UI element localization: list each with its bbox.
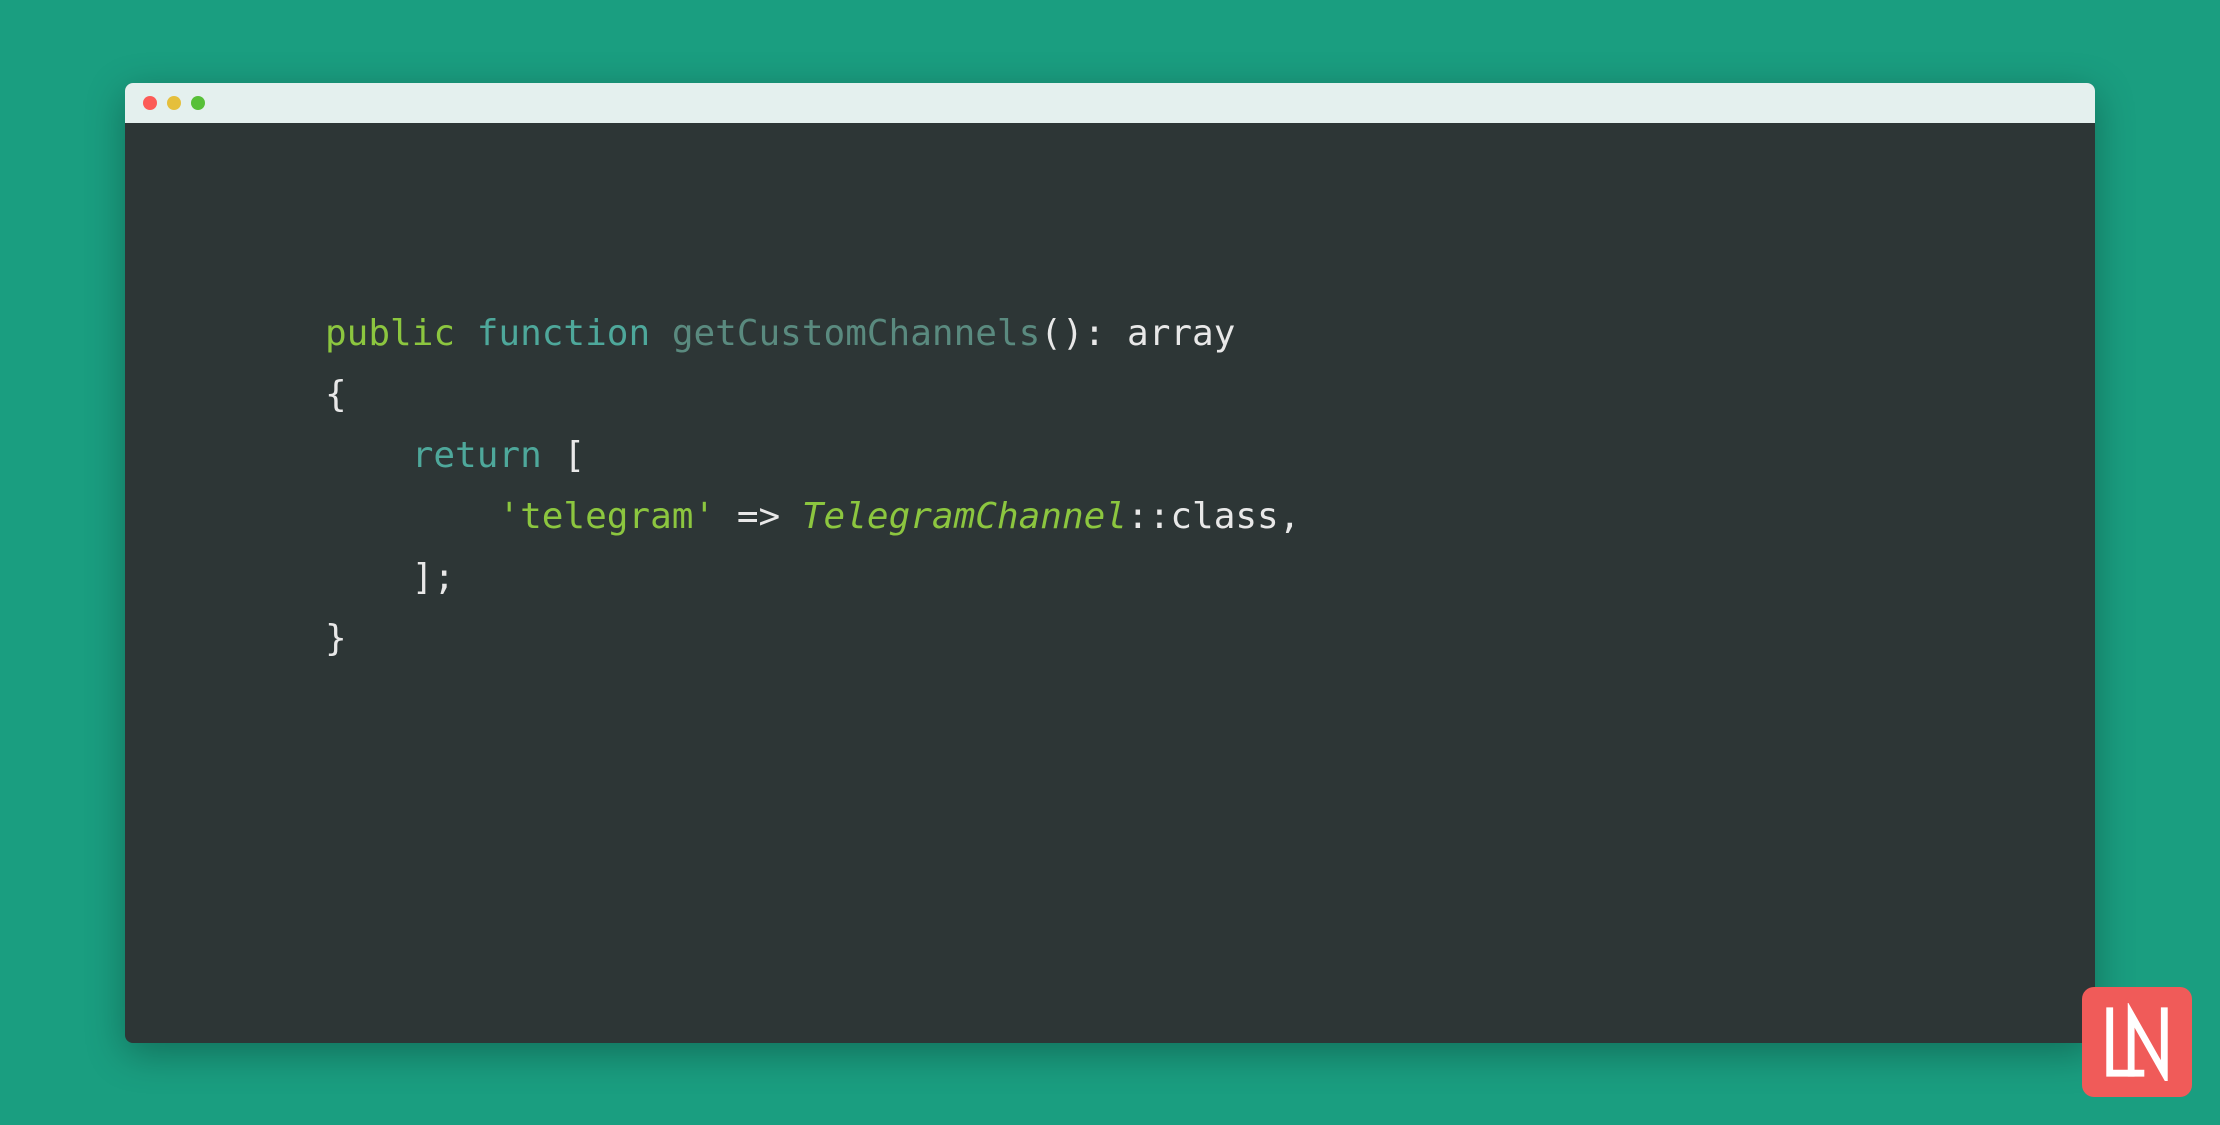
maximize-icon[interactable] <box>191 96 205 110</box>
keyword-public: public <box>325 313 455 354</box>
code-line-6: } <box>325 608 1895 669</box>
comma: , <box>1279 496 1301 537</box>
parentheses: () <box>1040 313 1083 354</box>
double-arrow: => <box>737 496 780 537</box>
code-line-2: { <box>325 364 1895 425</box>
return-type: array <box>1127 313 1235 354</box>
code-editor: public function getCustomChannels(): arr… <box>125 123 2095 1043</box>
code-line-5: ]; <box>325 547 1895 608</box>
ln-logo-icon <box>2098 1003 2176 1081</box>
minimize-icon[interactable] <box>167 96 181 110</box>
brace-open: { <box>325 374 347 415</box>
code-line-1: public function getCustomChannels(): arr… <box>325 303 1895 364</box>
brace-close: } <box>325 618 347 659</box>
colon: : <box>1084 313 1106 354</box>
code-line-4: 'telegram' => TelegramChannel::class, <box>325 486 1895 547</box>
bracket-open: [ <box>563 435 585 476</box>
logo-badge <box>2082 987 2192 1097</box>
semicolon: ; <box>433 557 455 598</box>
window-titlebar <box>125 83 2095 123</box>
bracket-close: ] <box>412 557 434 598</box>
editor-window: public function getCustomChannels(): arr… <box>125 83 2095 1043</box>
class-name: TelegramChannel <box>802 496 1127 537</box>
scope-resolution: :: <box>1127 496 1170 537</box>
code-line-3: return [ <box>325 425 1895 486</box>
keyword-function: function <box>477 313 650 354</box>
method-name: getCustomChannels <box>672 313 1040 354</box>
close-icon[interactable] <box>143 96 157 110</box>
class-keyword: class <box>1170 496 1278 537</box>
string-literal: 'telegram' <box>498 496 715 537</box>
keyword-return: return <box>412 435 542 476</box>
